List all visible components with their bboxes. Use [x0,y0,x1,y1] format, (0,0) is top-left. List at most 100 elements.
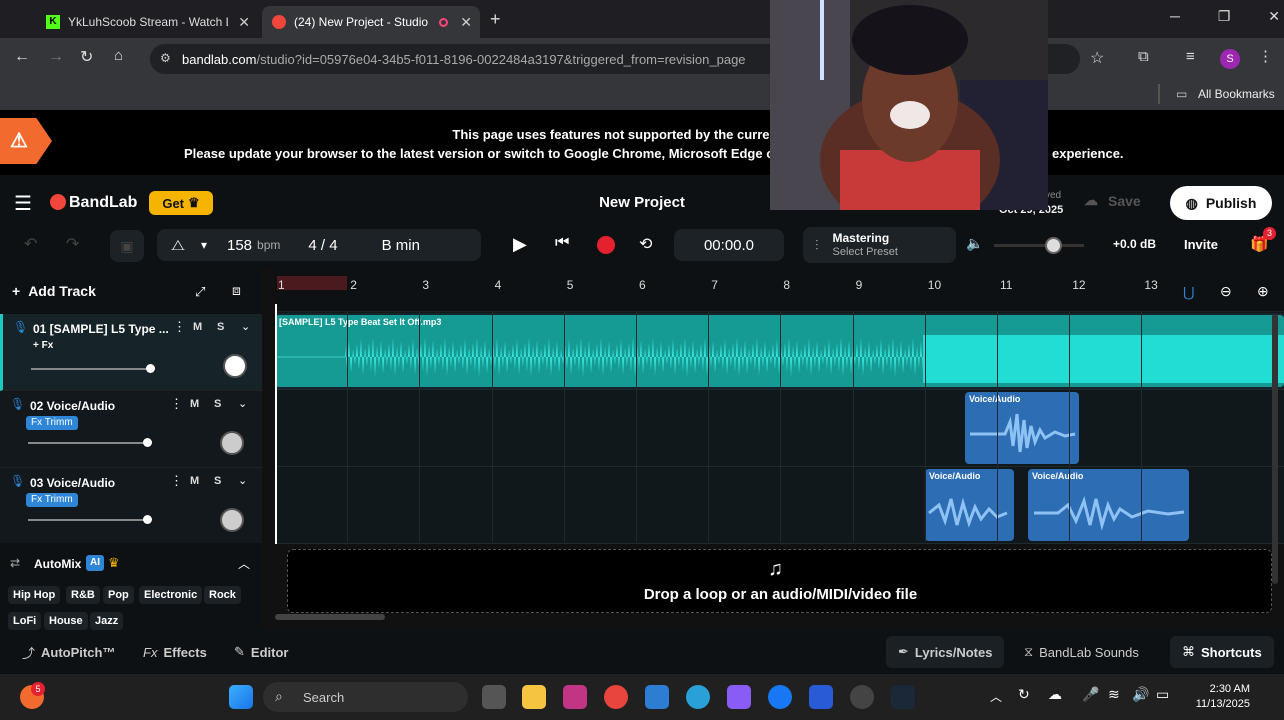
new-tab-icon[interactable]: + [490,9,501,30]
track-name[interactable]: 01 [SAMPLE] L5 Type ... [33,322,169,336]
bandlab-logo-text[interactable]: BandLab [69,194,137,212]
editor-button[interactable]: ✎ Editor [234,630,288,674]
undo-icon[interactable]: ↶ [24,234,37,254]
genre-chip[interactable]: House [44,612,88,630]
sync-icon[interactable]: ↻ [1018,686,1030,703]
bookmark-star-icon[interactable]: ☆ [1090,48,1104,68]
bandlab-sounds-button[interactable]: ⧖ BandLab Sounds [1024,630,1139,674]
magnet-icon[interactable]: ⋃ [1183,284,1194,301]
task-view-icon[interactable] [482,685,506,709]
save-revision-icon[interactable]: ▣ [110,230,144,262]
timeline-ruler[interactable]: 1 2 3 4 5 6 7 8 9 10 11 12 13 ⋃ ⊖ ⊕ [275,268,1284,312]
timeline-area[interactable]: 1 2 3 4 5 6 7 8 9 10 11 12 13 ⋃ ⊖ ⊕ [SAMPLE] L5 Type… [275,268,1284,584]
genre-chip[interactable]: LoFi [8,612,42,630]
volume-handle[interactable] [143,515,152,524]
track-row-1[interactable]: 🎙 01 [SAMPLE] L5 Type ... ⋮ M S ⌄ + Fx [0,314,262,391]
taskbar-search[interactable]: ⌕ Search [263,682,468,712]
facebook-icon[interactable] [768,685,792,709]
clock[interactable]: 2:30 AM 11/13/2025 [1180,682,1250,712]
redo-icon[interactable]: ↷ [66,234,79,254]
track-name[interactable]: 03 Voice/Audio [30,476,115,490]
voice-clip[interactable]: Voice/Audio [965,392,1079,464]
project-title[interactable]: New Project [560,194,724,211]
add-track-button[interactable]: + Add Track [12,283,96,299]
mute-button[interactable]: M [190,475,199,487]
zoom-in-icon[interactable]: ⊕ [1257,283,1269,300]
cloud-tray-icon[interactable]: ☁ [1048,686,1062,703]
track-row-2[interactable]: 🎙 02 Voice/Audio ⋮ M S ⌄ Fx Trimm [0,391,262,468]
tab-stream[interactable]: K YkLuhScoob Stream - Watch Liv ✕ [36,6,258,38]
zoom-out-icon[interactable]: ⊖ [1220,283,1232,300]
genre-chip[interactable]: Rock [204,586,241,604]
minimize-icon[interactable]: ─ [1170,8,1180,25]
extensions-icon[interactable]: ⧉ [1138,48,1149,65]
expand-track-icon[interactable]: ⌄ [238,397,247,410]
loop-region[interactable] [277,276,347,290]
track-menu-icon[interactable]: ⋮ [173,319,186,335]
collapse-icon[interactable]: ︿ [238,555,250,572]
track-menu-icon[interactable]: ⋮ [170,473,183,489]
settings-icon[interactable] [850,685,874,709]
wifi-icon[interactable]: ≋ [1108,686,1120,703]
steam-icon[interactable] [891,685,915,709]
solo-button[interactable]: S [217,321,224,333]
track-row-3[interactable]: 🎙 03 Voice/Audio ⋮ M S ⌄ Fx Trimm [0,468,262,545]
home-icon[interactable]: ⌂ [114,47,123,64]
track-menu-icon[interactable]: ⋮ [170,396,183,412]
volume-handle[interactable] [1045,237,1062,254]
chrome-icon[interactable] [604,685,628,709]
drop-zone[interactable]: ♫ Drop a loop or an audio/MIDI/video fil… [287,549,1272,613]
track-view-icon[interactable]: ⧈ [232,282,241,299]
time-signature[interactable]: 4 / 4 [308,237,337,254]
copilot-icon[interactable] [727,685,751,709]
bpm-value[interactable]: 158 [227,237,252,254]
mute-button[interactable]: M [193,321,202,333]
mute-button[interactable]: M [190,398,199,410]
reload-icon[interactable]: ↻ [80,47,93,67]
get-membership-button[interactable]: Get ♛ [149,191,213,215]
mute-master-icon[interactable]: 🔈 [966,235,983,252]
solo-button[interactable]: S [214,398,221,410]
pan-knob[interactable] [220,431,244,455]
autopitch-button[interactable]: ⤴ AutoPitch™ [22,630,115,674]
close-tab-icon[interactable]: ✕ [238,14,250,31]
back-icon[interactable]: ← [14,48,30,66]
mic-tray-icon[interactable]: 🎤 [1082,686,1099,703]
loop-icon[interactable]: ⟲ [639,234,652,254]
fx-label[interactable]: + Fx [33,340,53,351]
all-bookmarks-link[interactable]: All Bookmarks [1198,87,1275,101]
site-info-icon[interactable]: ⚙ [160,51,171,65]
edge-icon[interactable] [686,685,710,709]
app-icon[interactable] [809,685,833,709]
genre-chip[interactable]: Jazz [90,612,124,630]
track-volume-slider[interactable] [31,364,155,373]
shortcuts-button[interactable]: ⌘ Shortcuts [1170,636,1274,668]
media-icon[interactable]: ≡ [1186,48,1195,65]
save-button[interactable]: ☁ Save [1084,192,1141,209]
pan-knob[interactable] [220,508,244,532]
maximize-icon[interactable]: ❐ [1218,8,1231,25]
instagram-icon[interactable] [563,685,587,709]
voice-clip[interactable]: Voice/Audio [1028,469,1189,541]
tray-chevron-icon[interactable]: ︿ [990,688,1002,705]
solo-button[interactable]: S [214,475,221,487]
voice-clip[interactable]: Voice/Audio [925,469,1014,541]
track-volume-slider[interactable] [28,515,152,524]
forward-icon[interactable]: → [48,48,64,66]
pan-knob[interactable] [223,354,247,378]
play-icon[interactable]: ▶ [513,234,527,255]
genre-chip[interactable]: Electronic [139,586,203,604]
lyrics-notes-button[interactable]: ✒ Lyrics/Notes [886,636,1005,668]
vertical-scrollbar[interactable] [1272,314,1278,584]
expand-track-icon[interactable]: ⌄ [238,474,247,487]
skip-to-start-icon[interactable]: ⏮ [555,234,569,252]
fx-badge[interactable]: Fx Trimm [26,416,78,430]
fx-badge[interactable]: Fx Trimm [26,493,78,507]
key-selector[interactable]: B min [382,237,420,254]
horizontal-scrollbar[interactable] [275,614,385,620]
expand-track-icon[interactable]: ⌄ [241,320,250,333]
automation-icon[interactable]: ⤢ [195,284,205,300]
volume-handle[interactable] [146,364,155,373]
file-explorer-icon[interactable] [522,685,546,709]
menu-icon[interactable]: ⋮ [1258,47,1273,65]
